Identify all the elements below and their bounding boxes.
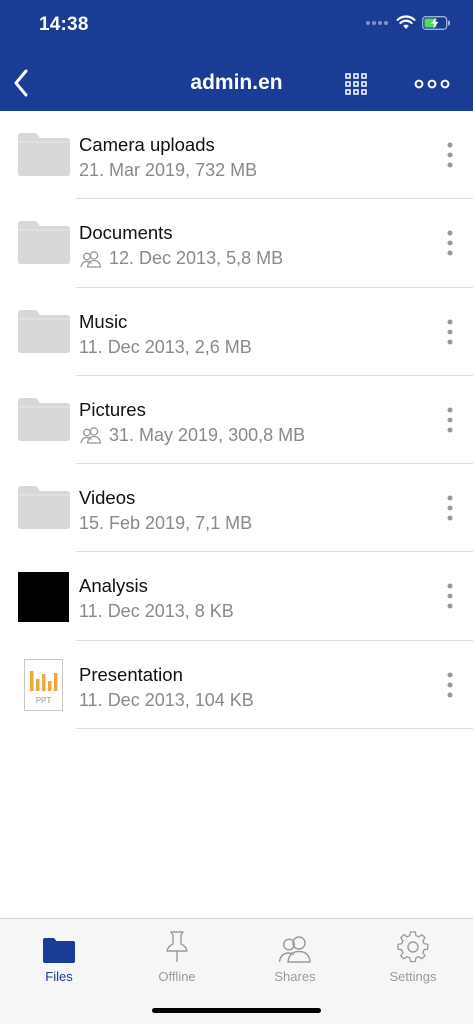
- file-name: Presentation: [79, 663, 183, 685]
- row-menu-button[interactable]: [435, 316, 465, 348]
- file-name: Camera uploads: [79, 134, 215, 155]
- file-meta-text: 11. Dec 2013, 104 KB: [79, 689, 254, 710]
- vertical-dots-icon: [447, 142, 453, 168]
- shared-users-icon: [80, 427, 102, 445]
- file-name: Analysis: [79, 575, 148, 597]
- file-meta: 31. May 2019, 300,8 MB: [79, 425, 305, 446]
- file-name: Documents: [79, 222, 173, 244]
- file-meta: 11. Dec 2013, 8 KB: [79, 601, 234, 622]
- file-row-presentation[interactable]: PPT Presentation 11. Dec 2013, 104 KB: [0, 641, 473, 730]
- row-menu-button[interactable]: [435, 580, 465, 612]
- pin-icon: [166, 931, 188, 962]
- page-title: admin.en: [190, 71, 283, 94]
- row-menu-button[interactable]: [435, 669, 465, 701]
- folder-icon: [43, 938, 75, 963]
- file-meta: 21. Mar 2019, 732 MB: [79, 160, 257, 181]
- file-row-pictures[interactable]: Pictures 31. May 2019, 300,8 MB: [0, 376, 473, 465]
- tab-files[interactable]: Files: [0, 927, 118, 987]
- file-meta-text: 15. Feb 2019, 7,1 MB: [79, 513, 253, 534]
- file-meta-text: 11. Dec 2013, 2,6 MB: [79, 336, 252, 357]
- file-meta: 11. Dec 2013, 2,6 MB: [79, 337, 252, 358]
- more-options-icon[interactable]: [413, 75, 451, 93]
- ppt-label: PPT: [36, 696, 52, 705]
- file-meta-text: 11. Dec 2013, 8 KB: [79, 601, 234, 622]
- status-time: 14:38: [39, 14, 89, 35]
- vertical-dots-icon: [447, 230, 453, 256]
- cellular-signal-icon: [366, 20, 388, 25]
- vertical-dots-icon: [447, 407, 453, 433]
- folder-icon: [18, 397, 70, 441]
- file-meta-text: 31. May 2019, 300,8 MB: [109, 424, 306, 445]
- file-row-videos[interactable]: Videos 15. Feb 2019, 7,1 MB: [0, 464, 473, 553]
- vertical-dots-icon: [447, 583, 453, 609]
- file-row-documents[interactable]: Documents 12. Dec 2013, 5,8 MB: [0, 199, 473, 288]
- row-menu-button[interactable]: [435, 139, 465, 171]
- file-meta: 12. Dec 2013, 5,8 MB: [79, 248, 283, 269]
- file-name: Pictures: [79, 398, 146, 420]
- divider: [76, 728, 473, 730]
- file-row-analysis[interactable]: Analysis 11. Dec 2013, 8 KB: [0, 552, 473, 641]
- file-name: Videos: [79, 487, 136, 509]
- file-row-music[interactable]: Music 11. Dec 2013, 2,6 MB: [0, 288, 473, 376]
- vertical-dots-icon: [447, 495, 453, 521]
- tab-label: Offline: [158, 969, 196, 984]
- folder-icon: [18, 486, 70, 530]
- tab-label: Shares: [274, 969, 316, 984]
- file-meta: 15. Feb 2019, 7,1 MB: [79, 513, 252, 534]
- tab-label: Files: [45, 969, 73, 984]
- folder-icon: [18, 133, 70, 176]
- vertical-dots-icon: [447, 672, 453, 698]
- vertical-dots-icon: [447, 319, 453, 345]
- file-meta-text: 21. Mar 2019, 732 MB: [79, 160, 258, 180]
- folder-icon: [18, 221, 70, 265]
- status-indicators: [366, 15, 451, 30]
- home-indicator: [152, 1008, 321, 1013]
- row-menu-button[interactable]: [435, 492, 465, 524]
- file-meta-text: 12. Dec 2013, 5,8 MB: [109, 248, 284, 269]
- row-menu-button[interactable]: [435, 227, 465, 259]
- image-thumbnail: [18, 572, 69, 623]
- tab-offline[interactable]: Offline: [118, 927, 236, 987]
- folder-icon: [18, 309, 70, 353]
- file-name: Music: [79, 310, 128, 332]
- tab-shares[interactable]: Shares: [236, 927, 354, 987]
- file-list: Camera uploads 21. Mar 2019, 732 MB Docu…: [0, 111, 473, 730]
- file-meta: 11. Dec 2013, 104 KB: [79, 690, 254, 711]
- file-row-camera-uploads[interactable]: Camera uploads 21. Mar 2019, 732 MB: [0, 111, 473, 200]
- grid-view-icon[interactable]: [344, 72, 368, 96]
- users-icon: [278, 936, 311, 963]
- tab-settings[interactable]: Settings: [354, 927, 472, 987]
- wifi-icon: [396, 15, 416, 29]
- tab-label: Settings: [389, 969, 437, 984]
- gear-icon: [397, 931, 429, 963]
- ppt-file-icon: PPT: [24, 658, 63, 711]
- app-header: 14:38 admin.en: [0, 0, 473, 111]
- battery-charging-icon: [422, 15, 450, 30]
- shared-users-icon: [80, 251, 102, 268]
- row-menu-button[interactable]: [435, 404, 465, 436]
